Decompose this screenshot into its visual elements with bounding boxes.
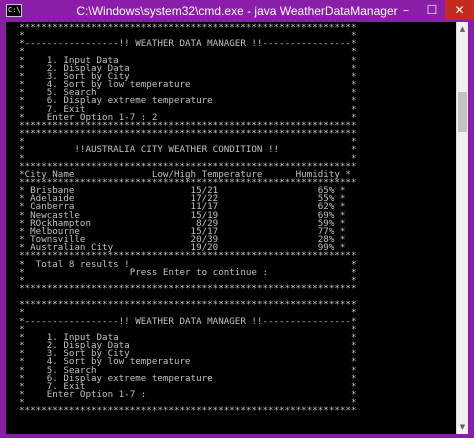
console-output[interactable]: ****************************************… — [6, 22, 456, 434]
minimize-button[interactable]: – — [393, 0, 419, 20]
console-text: ****************************************… — [6, 22, 456, 416]
window-bottom-border — [0, 434, 474, 438]
scroll-thumb[interactable] — [458, 92, 467, 132]
scroll-up-arrow-icon[interactable]: ▲ — [457, 22, 468, 36]
title-bar[interactable]: C:\ C:\Windows\system32\cmd.exe - java W… — [0, 0, 474, 22]
console-line: ****************************************… — [8, 405, 357, 417]
close-button[interactable]: ✕ — [445, 0, 474, 20]
vertical-scrollbar[interactable]: ▲ ▼ — [456, 22, 468, 434]
scroll-down-arrow-icon[interactable]: ▼ — [457, 420, 468, 434]
console-line: ****************************************… — [8, 283, 357, 294]
console-window: C:\ C:\Windows\system32\cmd.exe - java W… — [0, 0, 474, 438]
maximize-button[interactable]: ☐ — [419, 0, 445, 20]
